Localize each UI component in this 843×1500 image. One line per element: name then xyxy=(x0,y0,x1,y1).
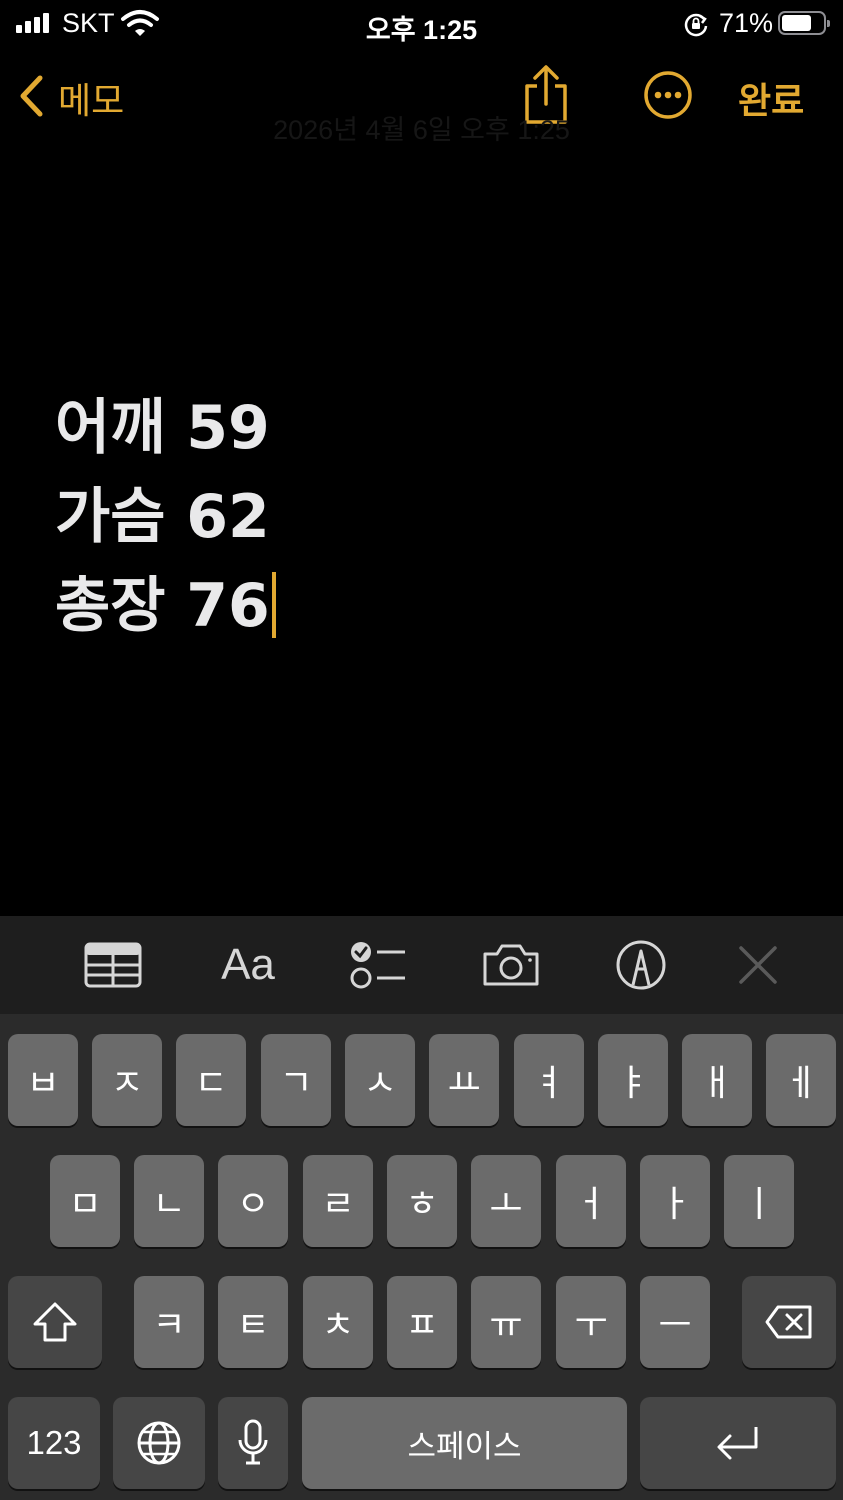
markup-button[interactable] xyxy=(615,938,667,992)
note-body[interactable]: 어깨 59 가슴 62 총장 76 xyxy=(55,384,276,651)
dictation-key[interactable] xyxy=(218,1397,288,1489)
note-line[interactable]: 어깨 59 xyxy=(55,384,276,473)
key[interactable]: ㅏ xyxy=(640,1155,710,1247)
key[interactable]: ㅑ xyxy=(598,1034,668,1126)
numbers-key[interactable]: 123 xyxy=(8,1397,100,1489)
key[interactable]: ㅈ xyxy=(92,1034,162,1126)
status-time: 오후 1:25 xyxy=(365,15,478,45)
korean-keyboard: ㅂ ㅈ ㄷ ㄱ ㅅ ㅛ ㅕ ㅑ ㅐ ㅔ ㅁ ㄴ ㅇ ㄹ ㅎ ㅗ ㅓ ㅏ ㅣ ㅋ … xyxy=(0,1014,843,1500)
key[interactable]: ㅓ xyxy=(556,1155,626,1247)
shift-key[interactable] xyxy=(8,1276,102,1368)
note-date: 2026년 4월 6일 오후 1:25 xyxy=(273,115,570,145)
key[interactable]: ㅂ xyxy=(8,1034,78,1126)
close-keyboard-button[interactable] xyxy=(737,938,779,992)
key[interactable]: ㅌ xyxy=(218,1276,288,1368)
note-line[interactable]: 총장 76 xyxy=(55,562,276,651)
key[interactable]: ㅕ xyxy=(514,1034,584,1126)
globe-icon xyxy=(137,1421,181,1465)
key[interactable]: ㅍ xyxy=(387,1276,457,1368)
key[interactable]: ㄹ xyxy=(303,1155,373,1247)
key[interactable]: ㅔ xyxy=(766,1034,836,1126)
note-line-text: 총장 76 xyxy=(55,571,270,641)
key[interactable]: ㅎ xyxy=(387,1155,457,1247)
return-key[interactable] xyxy=(640,1397,836,1489)
camera-button[interactable] xyxy=(481,938,541,992)
key[interactable]: ㅁ xyxy=(50,1155,120,1247)
key[interactable]: ㅋ xyxy=(134,1276,204,1368)
key[interactable]: ㅇ xyxy=(218,1155,288,1247)
table-button[interactable] xyxy=(84,938,142,992)
key[interactable]: ㄴ xyxy=(134,1155,204,1247)
return-icon xyxy=(717,1427,758,1460)
battery-icon xyxy=(778,11,830,35)
key[interactable]: ㄱ xyxy=(261,1034,331,1126)
key[interactable]: ㅗ xyxy=(471,1155,541,1247)
markup-pen-icon xyxy=(616,940,666,990)
key[interactable]: ㅡ xyxy=(640,1276,710,1368)
close-icon xyxy=(739,946,777,984)
checklist-button[interactable] xyxy=(349,938,407,992)
note-line[interactable]: 가슴 62 xyxy=(55,473,276,562)
backspace-key[interactable] xyxy=(742,1276,836,1368)
space-key[interactable]: 스페이스 xyxy=(302,1397,627,1489)
checklist-icon xyxy=(350,942,405,989)
rotation-lock-icon xyxy=(683,11,709,41)
shift-icon xyxy=(33,1302,77,1342)
key[interactable]: ㅛ xyxy=(429,1034,499,1126)
camera-icon xyxy=(483,944,539,986)
key[interactable]: ㅅ xyxy=(345,1034,415,1126)
microphone-icon xyxy=(238,1419,268,1465)
key[interactable]: ㅊ xyxy=(303,1276,373,1368)
globe-key[interactable] xyxy=(113,1397,205,1489)
battery-percent: 71% xyxy=(719,8,774,38)
formatting-toolbar: Aa xyxy=(0,916,843,1014)
key[interactable]: ㅠ xyxy=(471,1276,541,1368)
status-bar: SKT 오후 1:25 71% xyxy=(0,0,843,48)
key[interactable]: ㅜ xyxy=(556,1276,626,1368)
key[interactable]: ㅐ xyxy=(682,1034,752,1126)
text-cursor xyxy=(271,572,276,638)
table-icon xyxy=(84,942,142,988)
key[interactable]: ㅣ xyxy=(724,1155,794,1247)
backspace-icon xyxy=(765,1305,812,1339)
key[interactable]: ㄷ xyxy=(176,1034,246,1126)
text-format-button[interactable]: Aa xyxy=(216,938,280,992)
